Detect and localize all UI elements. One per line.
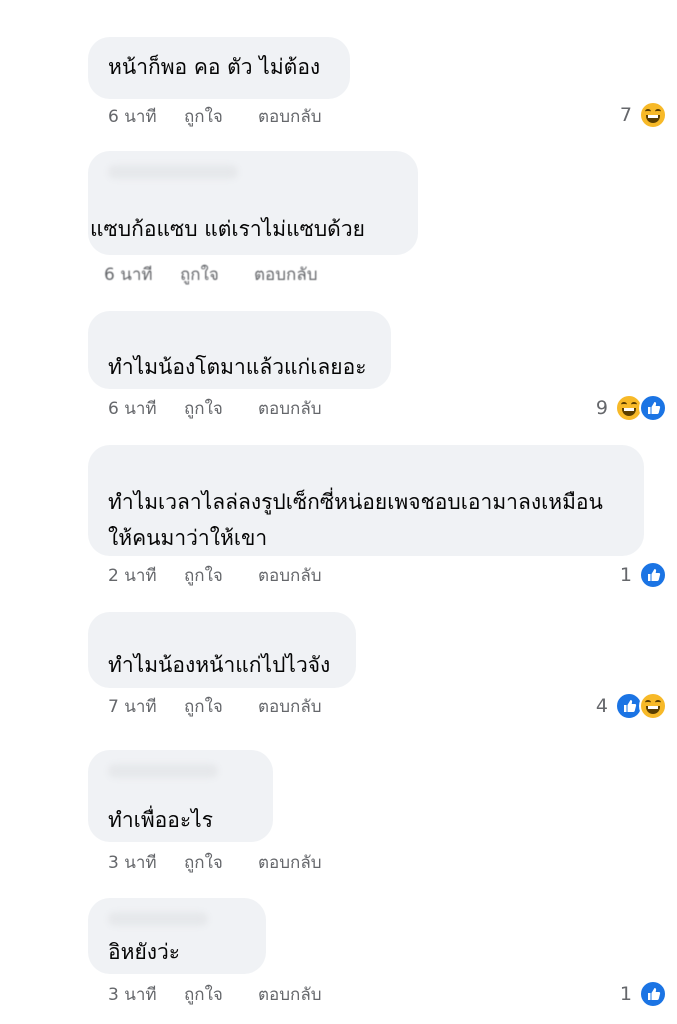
- like-button[interactable]: ถูกใจ: [184, 983, 258, 1007]
- comment-time[interactable]: 6 นาที: [108, 397, 184, 421]
- like-icon: [639, 980, 667, 1008]
- comment-text: หน้าก็พอ คอ ตัว ไม่ต้อง: [108, 55, 321, 79]
- reaction-count: 9: [595, 397, 608, 419]
- comment-thread: หน้าก็พอ คอ ตัว ไม่ต้อง 6 นาที ถูกใจ ตอบ…: [0, 0, 677, 1024]
- comment-bubble[interactable]: ทำไมเวลาไลล่ลงรูปเซ็กซี่หน่อยเพจชอบเอามา…: [88, 445, 644, 556]
- like-button[interactable]: ถูกใจ: [180, 263, 254, 287]
- commenter-name-blurred: [108, 764, 218, 778]
- reaction-count: 4: [595, 695, 608, 717]
- comment-time[interactable]: 3 นาที: [108, 851, 184, 875]
- like-button[interactable]: ถูกใจ: [184, 695, 258, 719]
- haha-icon: [639, 692, 667, 720]
- comment-text: ทำเพื่ออะไร: [108, 808, 213, 832]
- comment-meta: 6 นาที ถูกใจ ตอบกลับ: [104, 263, 318, 287]
- comment-bubble[interactable]: ทำไมน้องโตมาแล้วแก่เลยอะ: [88, 311, 391, 389]
- comment-meta: 3 นาที ถูกใจ ตอบกลับ: [108, 983, 322, 1007]
- reaction-summary[interactable]: 9: [596, 394, 667, 422]
- comment-text: ทำไมน้องหน้าแก่ไปไวจัง: [108, 653, 331, 677]
- reaction-summary[interactable]: 4: [596, 692, 667, 720]
- comment-meta: 2 นาที ถูกใจ ตอบกลับ: [108, 564, 322, 588]
- reaction-count: 7: [619, 104, 632, 126]
- comment-time[interactable]: 7 นาที: [108, 695, 184, 719]
- reaction-count: 1: [619, 983, 632, 1005]
- comment-meta: 7 นาที ถูกใจ ตอบกลับ: [108, 695, 322, 719]
- reaction-summary[interactable]: 1: [620, 561, 667, 589]
- reaction-summary[interactable]: 1: [620, 980, 667, 1008]
- reply-button[interactable]: ตอบกลับ: [258, 851, 322, 875]
- like-button[interactable]: ถูกใจ: [184, 851, 258, 875]
- comment-bubble[interactable]: ทำไมน้องหน้าแก่ไปไวจัง: [88, 612, 356, 688]
- comment-text: แซบก้อแซบ แต่เราไม่แซบด้วย: [90, 217, 365, 241]
- comment-bubble[interactable]: อิหยังว่ะ: [88, 898, 266, 974]
- haha-icon: [639, 101, 667, 129]
- comment-meta: 3 นาที ถูกใจ ตอบกลับ: [108, 851, 322, 875]
- comment-time[interactable]: 6 นาที: [104, 263, 180, 287]
- comment-meta: 6 นาที ถูกใจ ตอบกลับ: [108, 105, 322, 129]
- comment-meta: 6 นาที ถูกใจ ตอบกลับ: [108, 397, 322, 421]
- like-button[interactable]: ถูกใจ: [184, 397, 258, 421]
- reaction-count: 1: [619, 564, 632, 586]
- reaction-summary[interactable]: 7: [620, 101, 667, 129]
- reply-button[interactable]: ตอบกลับ: [258, 983, 322, 1007]
- comment-bubble[interactable]: แซบก้อแซบ แต่เราไม่แซบด้วย: [88, 151, 418, 255]
- comment-time[interactable]: 2 นาที: [108, 564, 184, 588]
- comment-text: ทำไมเวลาไลล่ลงรูปเซ็กซี่หน่อยเพจชอบเอามา…: [108, 490, 603, 550]
- comment-text: อิหยังว่ะ: [108, 940, 181, 964]
- reply-button[interactable]: ตอบกลับ: [258, 564, 322, 588]
- reply-button[interactable]: ตอบกลับ: [258, 105, 322, 129]
- comment-bubble[interactable]: หน้าก็พอ คอ ตัว ไม่ต้อง: [88, 37, 350, 99]
- like-button[interactable]: ถูกใจ: [184, 105, 258, 129]
- like-icon: [639, 394, 667, 422]
- like-icon: [639, 561, 667, 589]
- comment-text: ทำไมน้องโตมาแล้วแก่เลยอะ: [108, 355, 367, 379]
- reply-button[interactable]: ตอบกลับ: [254, 263, 318, 287]
- comment-time[interactable]: 3 นาที: [108, 983, 184, 1007]
- commenter-name-blurred: [108, 165, 238, 179]
- comment-time[interactable]: 6 นาที: [108, 105, 184, 129]
- reply-button[interactable]: ตอบกลับ: [258, 397, 322, 421]
- commenter-name-blurred: [108, 912, 208, 926]
- comment-bubble[interactable]: ทำเพื่ออะไร: [88, 750, 273, 842]
- like-button[interactable]: ถูกใจ: [184, 564, 258, 588]
- reply-button[interactable]: ตอบกลับ: [258, 695, 322, 719]
